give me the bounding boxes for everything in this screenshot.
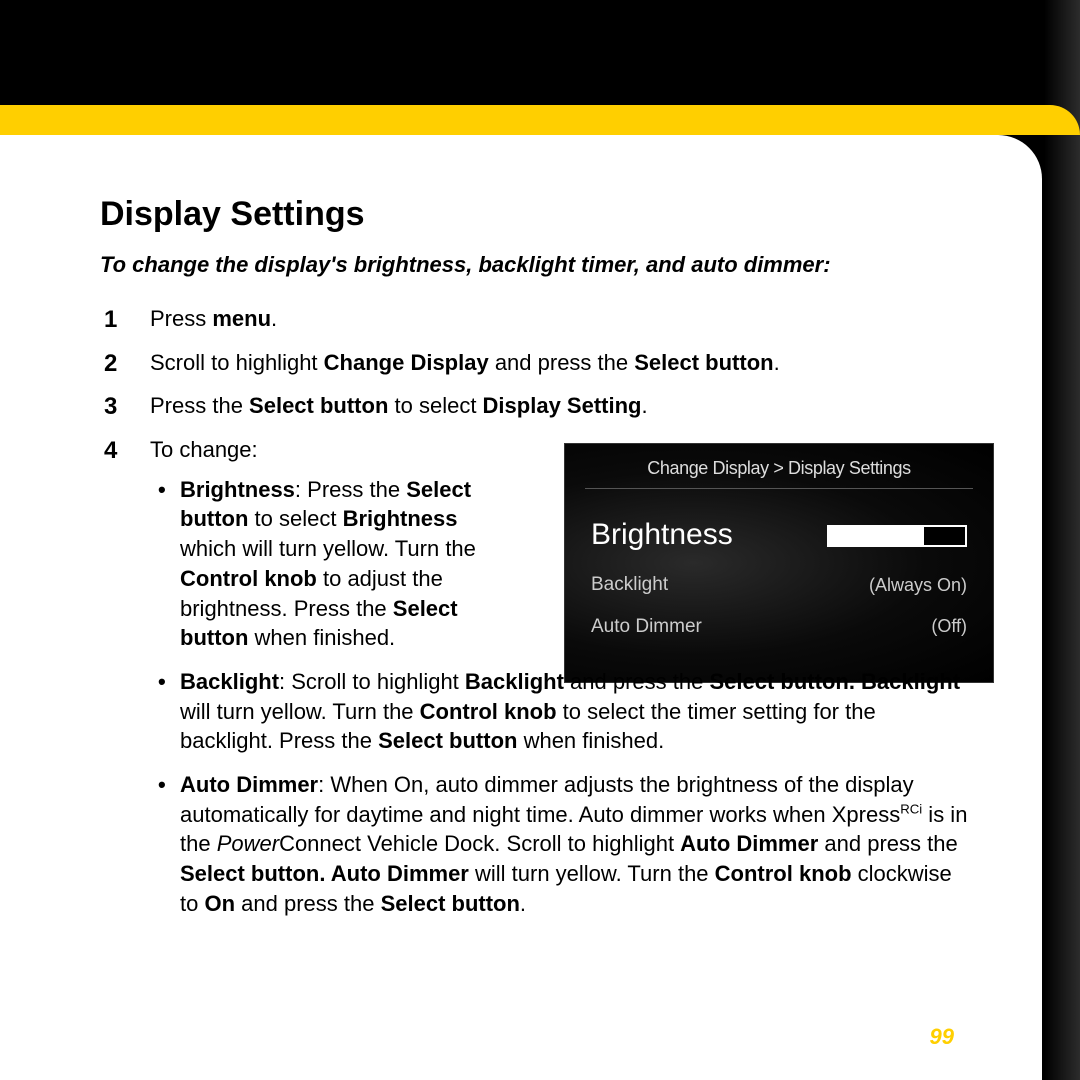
yellow-tab-band — [0, 105, 1080, 135]
brightness-slider — [827, 525, 967, 547]
device-row-backlight: Backlight (Always On) — [585, 572, 973, 598]
device-row-brightness: Brightness — [585, 515, 973, 556]
bullet-autodimmer: Auto Dimmer: When On, auto dimmer adjust… — [180, 770, 972, 918]
device-screenshot: Change Display > Display Settings Bright… — [564, 443, 994, 683]
bullet-backlight: Backlight: Scroll to highlight Backlight… — [180, 667, 972, 756]
step-4: To change: Change Display > Display Sett… — [150, 435, 972, 918]
step-list: Press menu. Scroll to highlight Change D… — [100, 304, 972, 918]
device-breadcrumb: Change Display > Display Settings — [585, 456, 973, 489]
step-3: Press the Select button to select Displa… — [150, 391, 972, 421]
page-title: Display Settings — [100, 195, 972, 234]
device-row-autodimmer: Auto Dimmer (Off) — [585, 614, 973, 640]
page-gutter-right — [1044, 0, 1080, 1080]
intro-text: To change the display's brightness, back… — [100, 252, 972, 278]
manual-page: Display Settings To change the display's… — [0, 135, 1042, 1080]
bullet-brightness: Brightness: Press the Select button to s… — [180, 475, 510, 653]
page-number: 99 — [930, 1024, 954, 1050]
step-1: Press menu. — [150, 304, 972, 334]
step-2: Scroll to highlight Change Display and p… — [150, 348, 972, 378]
brightness-slider-fill — [829, 527, 924, 545]
